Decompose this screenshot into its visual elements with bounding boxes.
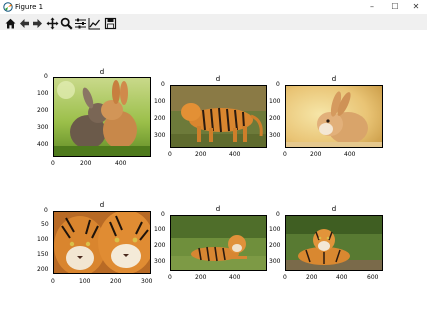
subplot-5-xtick: 0 bbox=[168, 274, 172, 281]
subplot-1-ytick: 0 bbox=[44, 73, 48, 80]
subplot-2-ytick: 100 bbox=[154, 98, 166, 105]
subplot-2-xtick: 400 bbox=[229, 151, 241, 158]
subplot-5-ytick: 100 bbox=[154, 226, 166, 233]
subplot-4-xtick: 300 bbox=[141, 278, 153, 285]
subplot-6-xtick: 200 bbox=[306, 274, 318, 281]
subplot-4-title: d bbox=[99, 201, 105, 209]
subplot-5-image bbox=[170, 215, 267, 271]
configure-subplots-icon[interactable] bbox=[74, 15, 87, 29]
navigation-toolbar bbox=[0, 14, 427, 30]
subplot-5-title: d bbox=[215, 205, 221, 213]
minimize-button[interactable]: – bbox=[361, 0, 383, 14]
window-titlebar: Figure 1 – ☐ ✕ bbox=[0, 0, 427, 14]
subplot-1-xtick: 0 bbox=[51, 160, 55, 167]
subplot-3-xtick: 400 bbox=[344, 151, 356, 158]
subplot-1-xtick: 200 bbox=[80, 160, 92, 167]
subplot-4-ytick: 200 bbox=[37, 266, 49, 273]
matplotlib-logo-icon bbox=[3, 2, 13, 12]
subplot-6-ytick: 0 bbox=[276, 211, 280, 218]
back-icon[interactable] bbox=[18, 15, 31, 28]
subplot-4-ytick: 0 bbox=[44, 207, 48, 214]
subplot-5-xtick: 200 bbox=[195, 274, 207, 281]
subplot-5-ytick: 0 bbox=[161, 211, 165, 218]
subplot-6-ytick: 200 bbox=[269, 242, 281, 249]
subplot-5-xtick: 400 bbox=[229, 274, 241, 281]
edit-axes-icon[interactable] bbox=[88, 15, 101, 30]
subplot-2-title: d bbox=[215, 75, 221, 83]
zoom-icon[interactable] bbox=[60, 15, 73, 30]
subplot-1-ytick: 300 bbox=[37, 124, 49, 131]
save-icon[interactable] bbox=[104, 15, 117, 30]
subplot-3-image bbox=[285, 85, 383, 148]
subplot-1-ytick: 100 bbox=[37, 90, 49, 97]
subplot-1-image bbox=[53, 77, 151, 157]
subplot-4-ytick: 50 bbox=[41, 221, 49, 228]
subplot-6-title: d bbox=[331, 205, 337, 213]
subplot-4-xtick: 200 bbox=[110, 278, 122, 285]
subplot-3-ytick: 200 bbox=[269, 115, 281, 122]
subplot-1-xtick: 400 bbox=[115, 160, 127, 167]
subplot-4-ytick: 150 bbox=[37, 251, 49, 258]
subplot-1-ytick: 200 bbox=[37, 107, 49, 114]
subplot-5-ytick: 200 bbox=[154, 242, 166, 249]
subplot-3-ytick: 100 bbox=[269, 98, 281, 105]
subplot-2-ytick: 200 bbox=[154, 115, 166, 122]
subplot-3-ytick: 0 bbox=[276, 81, 280, 88]
subplot-6-ytick: 300 bbox=[269, 258, 281, 265]
subplot-3-xtick: 200 bbox=[310, 151, 322, 158]
maximize-button[interactable]: ☐ bbox=[384, 0, 406, 14]
subplot-2-ytick: 300 bbox=[154, 132, 166, 139]
subplot-2-xtick: 200 bbox=[195, 151, 207, 158]
subplot-4-xtick: 0 bbox=[51, 278, 55, 285]
subplot-1-title: d bbox=[99, 68, 105, 76]
subplot-6-xtick: 600 bbox=[367, 274, 379, 281]
subplot-4-xtick: 100 bbox=[79, 278, 91, 285]
figure-canvas[interactable]: d 0 100 200 300 400 0 200 400 d 0 100 20… bbox=[0, 30, 427, 333]
subplot-3-xtick: 0 bbox=[283, 151, 287, 158]
subplot-6-ytick: 100 bbox=[269, 226, 281, 233]
home-icon[interactable] bbox=[4, 15, 17, 29]
subplot-2-xtick: 0 bbox=[168, 151, 172, 158]
subplot-5-ytick: 300 bbox=[154, 258, 166, 265]
close-button[interactable]: ✕ bbox=[405, 0, 427, 14]
subplot-2-ytick: 0 bbox=[161, 81, 165, 88]
subplot-3-ytick: 300 bbox=[269, 132, 281, 139]
subplot-6-xtick: 400 bbox=[336, 274, 348, 281]
subplot-6-image bbox=[285, 215, 383, 271]
forward-icon[interactable] bbox=[31, 15, 44, 28]
subplot-1-ytick: 400 bbox=[37, 141, 49, 148]
window-title: Figure 1 bbox=[15, 3, 44, 11]
subplot-4-image bbox=[53, 211, 151, 274]
subplot-6-xtick: 0 bbox=[283, 274, 287, 281]
pan-icon[interactable] bbox=[46, 15, 59, 30]
subplot-4-ytick: 100 bbox=[37, 236, 49, 243]
subplot-2-image bbox=[170, 85, 267, 148]
subplot-3-title: d bbox=[331, 75, 337, 83]
